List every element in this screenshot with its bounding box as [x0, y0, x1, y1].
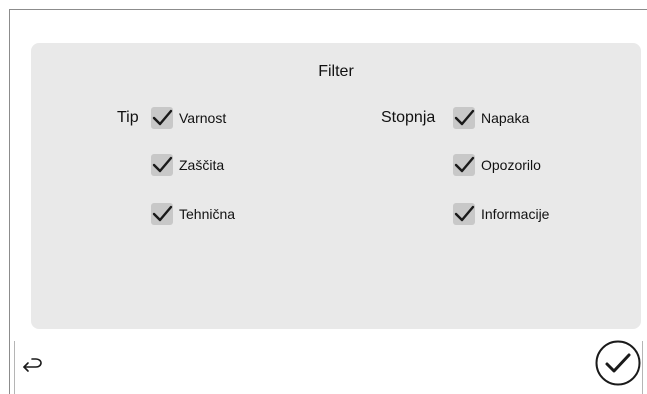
- back-arrow-icon: [23, 358, 42, 372]
- checkbox-box[interactable]: [151, 203, 173, 225]
- checkbox-zascita[interactable]: Zaščita: [151, 154, 224, 176]
- checkbox-varnost[interactable]: Varnost: [151, 107, 226, 129]
- checkbox-label-opozorilo: Opozorilo: [481, 157, 541, 173]
- stopnja-group-label: Stopnja: [381, 109, 436, 126]
- filter-screen: Filter Tip Varnost Zaščita Tehnična Stop…: [0, 0, 647, 394]
- checkbox-box[interactable]: [453, 154, 475, 176]
- checkmark-icon: [152, 156, 173, 173]
- checkbox-label-napaka: Napaka: [481, 110, 530, 126]
- panel-title: Filter: [318, 63, 354, 80]
- frame-top-border: [9, 9, 647, 10]
- checkbox-opozorilo[interactable]: Opozorilo: [453, 154, 541, 176]
- checkbox-label-varnost: Varnost: [179, 110, 227, 126]
- filter-panel: Filter Tip Varnost Zaščita Tehnična Stop…: [31, 43, 641, 329]
- checkbox-label-informacije: Informacije: [481, 206, 550, 222]
- frame-right-border: [642, 341, 643, 394]
- checkmark-circle-icon: [595, 340, 641, 386]
- confirm-button[interactable]: [594, 339, 642, 387]
- checkbox-informacije[interactable]: Informacije: [453, 203, 549, 225]
- checkbox-label-tehnicna: Tehnična: [179, 206, 236, 222]
- checkbox-box[interactable]: [453, 107, 475, 129]
- checkmark-icon: [454, 109, 475, 126]
- frame-left-border: [9, 9, 10, 394]
- checkmark-icon: [152, 205, 173, 222]
- checkbox-tehnicna[interactable]: Tehnična: [151, 203, 235, 225]
- checkmark-icon: [454, 205, 475, 222]
- checkbox-label-zascita: Zaščita: [179, 157, 225, 173]
- checkbox-box[interactable]: [151, 107, 173, 129]
- checkmark-icon: [454, 156, 475, 173]
- checkbox-napaka[interactable]: Napaka: [453, 107, 529, 129]
- checkmark-icon: [152, 109, 173, 126]
- frame-inner-left-border: [14, 341, 15, 394]
- back-button[interactable]: [22, 354, 46, 378]
- checkbox-box[interactable]: [453, 203, 475, 225]
- tip-group-label: Tip: [117, 109, 139, 126]
- checkbox-box[interactable]: [151, 154, 173, 176]
